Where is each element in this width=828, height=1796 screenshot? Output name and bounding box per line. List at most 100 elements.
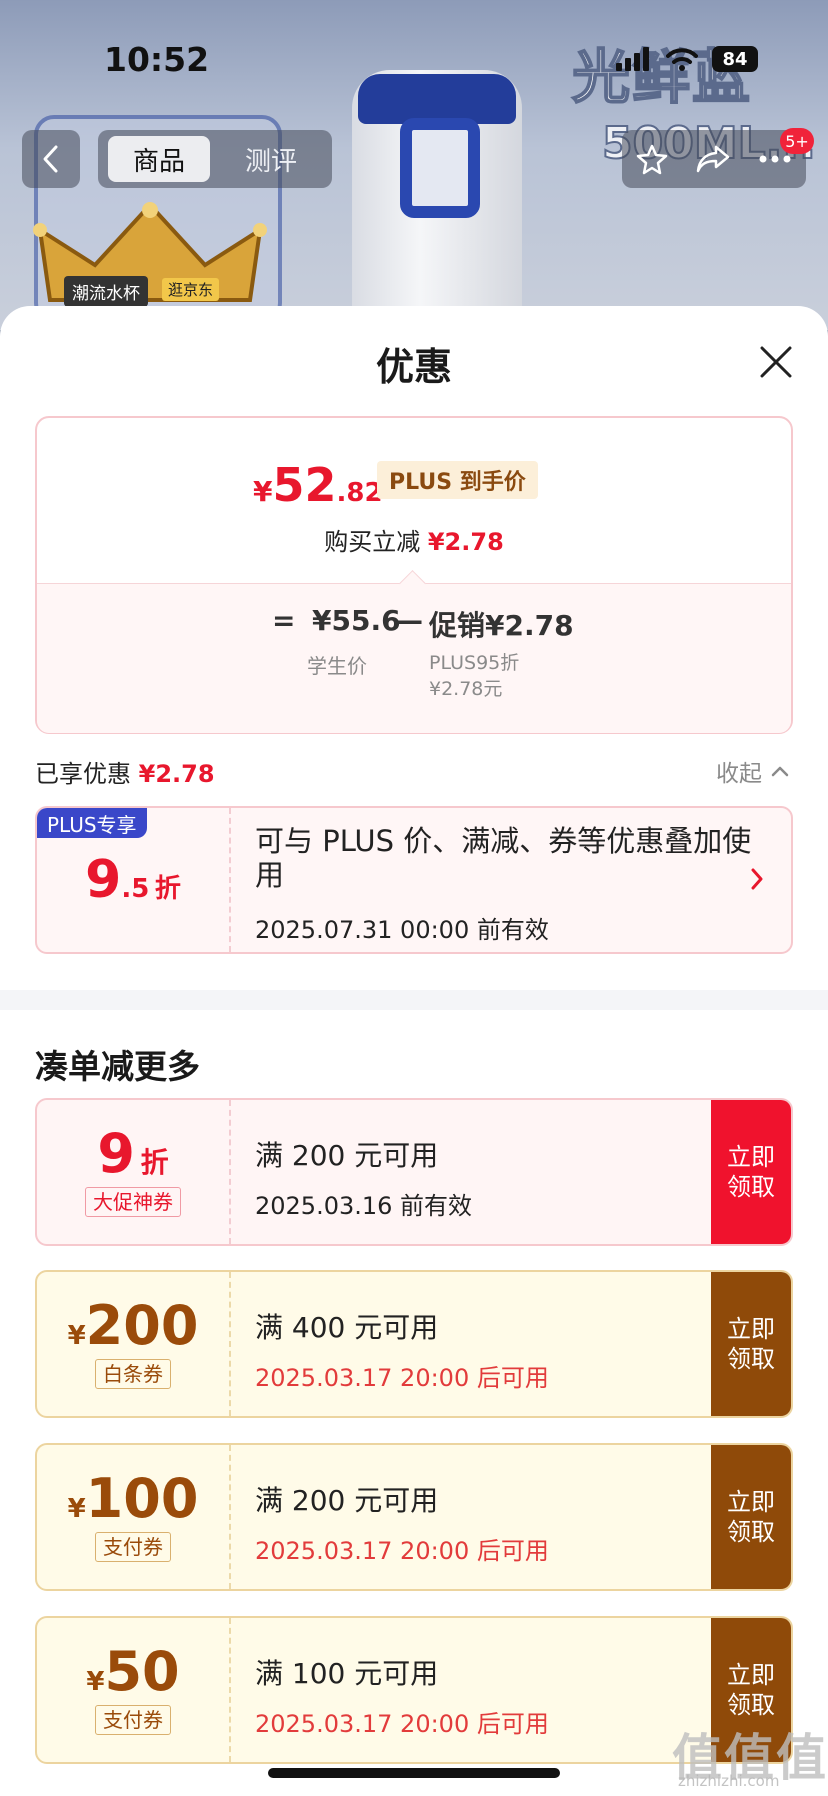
- coupon-number: 100: [85, 1467, 199, 1530]
- bottle-cap: [358, 74, 516, 124]
- more-icon[interactable]: [758, 154, 792, 164]
- status-time: 10:52: [104, 40, 210, 79]
- chevron-right-icon: [751, 868, 763, 890]
- coupon-validity: 2025.03.17 20:00 后可用: [255, 1364, 549, 1392]
- coupon-amount: ¥200: [37, 1294, 229, 1357]
- coupon-type: 支付券: [95, 1532, 171, 1562]
- nav-actions: [622, 130, 806, 188]
- coupon-type: 支付券: [95, 1705, 171, 1735]
- student-price-label: 学生价: [307, 654, 367, 678]
- minus-sign: —: [395, 604, 423, 637]
- enjoyed-value: ¥2.78: [138, 760, 215, 788]
- coupon-yen: ¥: [86, 1667, 105, 1697]
- plus-coupon-validity: 2025.07.31 00:00 前有效: [255, 916, 549, 944]
- plus-exclusive-coupon[interactable]: PLUS专享 9.5 折 可与 PLUS 价、满减、券等优惠叠加使用 2025.…: [35, 806, 793, 954]
- coupon-divider: [229, 1445, 231, 1589]
- claim-label: 立即领取: [727, 1488, 775, 1546]
- coupon-condition: 满 200 元可用: [255, 1139, 439, 1172]
- coupon-card: ¥100 支付券 满 200 元可用 2025.03.17 20:00 后可用 …: [35, 1443, 793, 1591]
- plus-discount-amount: ¥2.78元: [429, 678, 503, 700]
- enjoyed-label: 已享优惠: [35, 760, 131, 788]
- coupon-divider: [229, 1272, 231, 1416]
- coupon-type: 大促神券: [85, 1187, 181, 1217]
- plus-price-tag: PLUS 到手价: [377, 461, 538, 499]
- bottle-clip: [400, 118, 480, 218]
- crown-icon: [33, 202, 267, 302]
- tab-product[interactable]: 商品: [108, 136, 210, 182]
- discount-number: 9: [85, 850, 122, 910]
- instant-reduction: 购买立减 ¥2.78: [37, 522, 791, 557]
- claim-label: 立即领取: [727, 1661, 775, 1719]
- final-price: ¥52.82: [253, 458, 383, 512]
- status-icons: 84: [616, 46, 758, 72]
- tab-review[interactable]: 测评: [220, 136, 322, 182]
- section-title: 凑单减更多: [35, 1047, 200, 1086]
- claim-label: 立即领取: [727, 1143, 775, 1201]
- plus-coupon-description: 可与 PLUS 价、满减、券等优惠叠加使用: [255, 824, 752, 892]
- price-integer: 52: [272, 458, 337, 512]
- coupon-validity: 2025.03.16 前有效: [255, 1192, 473, 1220]
- coupon-amount: ¥50: [37, 1640, 229, 1703]
- coupon-condition: 满 200 元可用: [255, 1484, 439, 1517]
- promo-amount: 促销¥2.78: [429, 609, 574, 642]
- coupon-divider: [229, 808, 231, 952]
- collapse-button[interactable]: 收起: [716, 754, 790, 788]
- product-title-overlay: 光鲜蓝: [571, 42, 753, 112]
- claim-button[interactable]: 立即领取: [711, 1272, 791, 1416]
- reduction-value: ¥2.78: [427, 528, 504, 556]
- top-tabs: 商品 测评: [98, 130, 332, 188]
- discount-unit: 折: [154, 874, 181, 904]
- claim-button[interactable]: 立即领取: [711, 1100, 791, 1244]
- coupon-validity: 2025.03.17 20:00 后可用: [255, 1710, 549, 1738]
- coupon-yen: ¥: [67, 1321, 86, 1351]
- price-breakdown-card: ¥52.82 PLUS 到手价 购买立减 ¥2.78 = ¥55.6 — 促销¥…: [35, 416, 793, 734]
- chevron-up-icon: [771, 766, 789, 777]
- coupon-amount: 9 折: [37, 1122, 229, 1185]
- coupon-yen: ¥: [67, 1494, 86, 1524]
- plus-discount-rate: PLUS95折: [429, 652, 520, 674]
- coupon-card: 9 折 大促神券 满 200 元可用 2025.03.16 前有效 立即领取: [35, 1098, 793, 1246]
- student-price: ¥55.6: [312, 604, 401, 637]
- star-icon[interactable]: [636, 143, 668, 175]
- plus-discount-value: 9.5 折: [37, 850, 229, 910]
- price-yen: ¥: [253, 475, 273, 508]
- plus-exclusive-tag: PLUS专享: [37, 808, 147, 838]
- coupon-unit: 折: [140, 1146, 169, 1179]
- coupon-number: 9: [97, 1122, 135, 1185]
- coupon-amount: ¥100: [37, 1467, 229, 1530]
- back-button[interactable]: [22, 130, 80, 188]
- coupon-divider: [229, 1618, 231, 1762]
- coupon-validity: 2025.03.17 20:00 后可用: [255, 1537, 549, 1565]
- claim-button[interactable]: 立即领取: [711, 1445, 791, 1589]
- price-decimal: .82: [336, 478, 383, 508]
- collapse-label: 收起: [716, 761, 762, 787]
- battery-icon: 84: [712, 46, 758, 72]
- enjoyed-discount: 已享优惠 ¥2.78: [35, 754, 215, 789]
- equals-sign: =: [272, 604, 296, 637]
- coupon-number: 50: [104, 1640, 180, 1703]
- coupon-divider: [229, 1100, 231, 1244]
- coupon-type: 白条券: [95, 1359, 171, 1389]
- claim-label: 立即领取: [727, 1315, 775, 1373]
- crown-tag: 潮流水杯: [64, 276, 148, 307]
- coupon-face: 9 折 大促神券: [37, 1122, 229, 1217]
- coupon-face: ¥200 白条券: [37, 1294, 229, 1389]
- reduction-label: 购买立减: [324, 528, 421, 556]
- plus-discount-label: PLUS95折 ¥2.78元: [429, 650, 519, 702]
- chevron-left-icon: [43, 145, 58, 173]
- sheet-title: 优惠: [375, 345, 452, 389]
- coupon-condition: 满 100 元可用: [255, 1657, 439, 1690]
- crown-tag-jd: 逛京东: [162, 278, 220, 301]
- watermark-site: zhizhizhi.com: [678, 1772, 780, 1790]
- close-icon[interactable]: [754, 340, 798, 384]
- discount-sheet: 优惠 ¥52.82 PLUS 到手价 购买立减 ¥2.78 = ¥55.6 — …: [0, 306, 828, 1796]
- discount-decimal: .5: [121, 874, 150, 904]
- share-icon[interactable]: [696, 144, 730, 174]
- signal-icon: [616, 47, 649, 71]
- section-separator: [0, 990, 828, 1010]
- coupon-card: ¥200 白条券 满 400 元可用 2025.03.17 20:00 后可用 …: [35, 1270, 793, 1418]
- coupon-condition: 满 400 元可用: [255, 1311, 439, 1344]
- wifi-icon: [666, 48, 698, 71]
- message-badge: 5+: [780, 128, 814, 154]
- home-indicator: [268, 1768, 560, 1778]
